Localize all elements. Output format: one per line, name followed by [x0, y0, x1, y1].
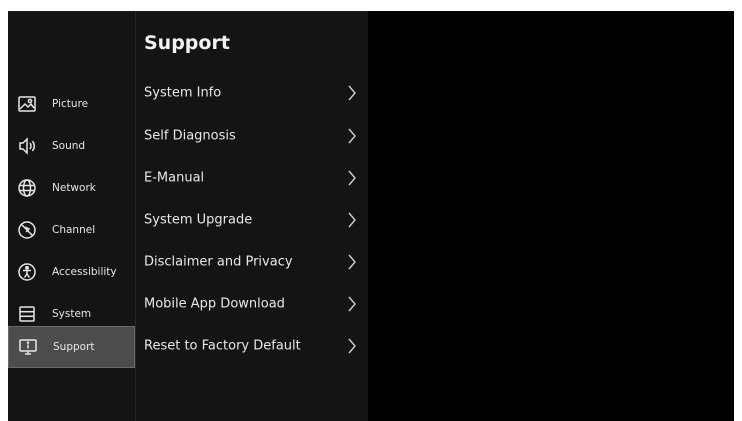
globe-icon	[17, 178, 37, 198]
sidebar-item-sound[interactable]: Sound	[8, 125, 135, 167]
menu-item-system-upgrade[interactable]: System Upgrade	[136, 200, 368, 240]
support-icon	[18, 337, 38, 357]
chevron-right-icon	[347, 85, 357, 101]
chevron-right-icon	[347, 128, 357, 144]
channel-icon	[17, 220, 37, 240]
menu-item-e-manual[interactable]: E-Manual	[136, 158, 368, 198]
menu-item-reset-factory-default[interactable]: Reset to Factory Default	[136, 326, 368, 366]
menu-item-label: Mobile App Download	[144, 296, 285, 312]
menu-item-disclaimer-privacy[interactable]: Disclaimer and Privacy	[136, 242, 368, 282]
sidebar-item-network[interactable]: Network	[8, 167, 135, 209]
accessibility-icon	[17, 262, 37, 282]
sidebar-item-label: Picture	[52, 98, 89, 110]
sidebar-item-accessibility[interactable]: Accessibility	[8, 251, 135, 293]
chevron-right-icon	[347, 296, 357, 312]
sidebar-item-channel[interactable]: Channel	[8, 209, 135, 251]
preview-area	[368, 11, 734, 421]
menu-item-label: Reset to Factory Default	[144, 338, 301, 354]
settings-sidebar: Picture Sound Network Channel Accessibil…	[8, 11, 136, 421]
sidebar-item-label: Network	[52, 182, 96, 194]
sidebar-item-support[interactable]: Support	[8, 326, 135, 368]
tv-screen: Picture Sound Network Channel Accessibil…	[8, 11, 734, 421]
support-panel: Support System Info Self Diagnosis E-Man…	[136, 11, 368, 421]
chevron-right-icon	[347, 254, 357, 270]
sidebar-item-label: Support	[53, 341, 95, 353]
menu-item-label: Disclaimer and Privacy	[144, 254, 293, 270]
sidebar-item-label: System	[52, 308, 92, 320]
menu-item-label: System Info	[144, 85, 222, 101]
speaker-icon	[17, 136, 37, 156]
chevron-right-icon	[347, 170, 357, 186]
menu-item-mobile-app-download[interactable]: Mobile App Download	[136, 284, 368, 324]
system-icon	[17, 304, 37, 324]
sidebar-item-label: Sound	[52, 140, 86, 152]
page-title: Support	[144, 32, 230, 54]
menu-item-label: Self Diagnosis	[144, 128, 236, 144]
menu-item-label: E-Manual	[144, 170, 205, 186]
picture-icon	[17, 94, 37, 114]
chevron-right-icon	[347, 338, 357, 354]
sidebar-item-picture[interactable]: Picture	[8, 83, 135, 125]
menu-item-self-diagnosis[interactable]: Self Diagnosis	[136, 116, 368, 156]
sidebar-item-label: Channel	[52, 224, 96, 236]
menu-item-system-info[interactable]: System Info	[136, 73, 368, 113]
menu-item-label: System Upgrade	[144, 212, 253, 228]
sidebar-item-label: Accessibility	[52, 266, 117, 278]
chevron-right-icon	[347, 212, 357, 228]
